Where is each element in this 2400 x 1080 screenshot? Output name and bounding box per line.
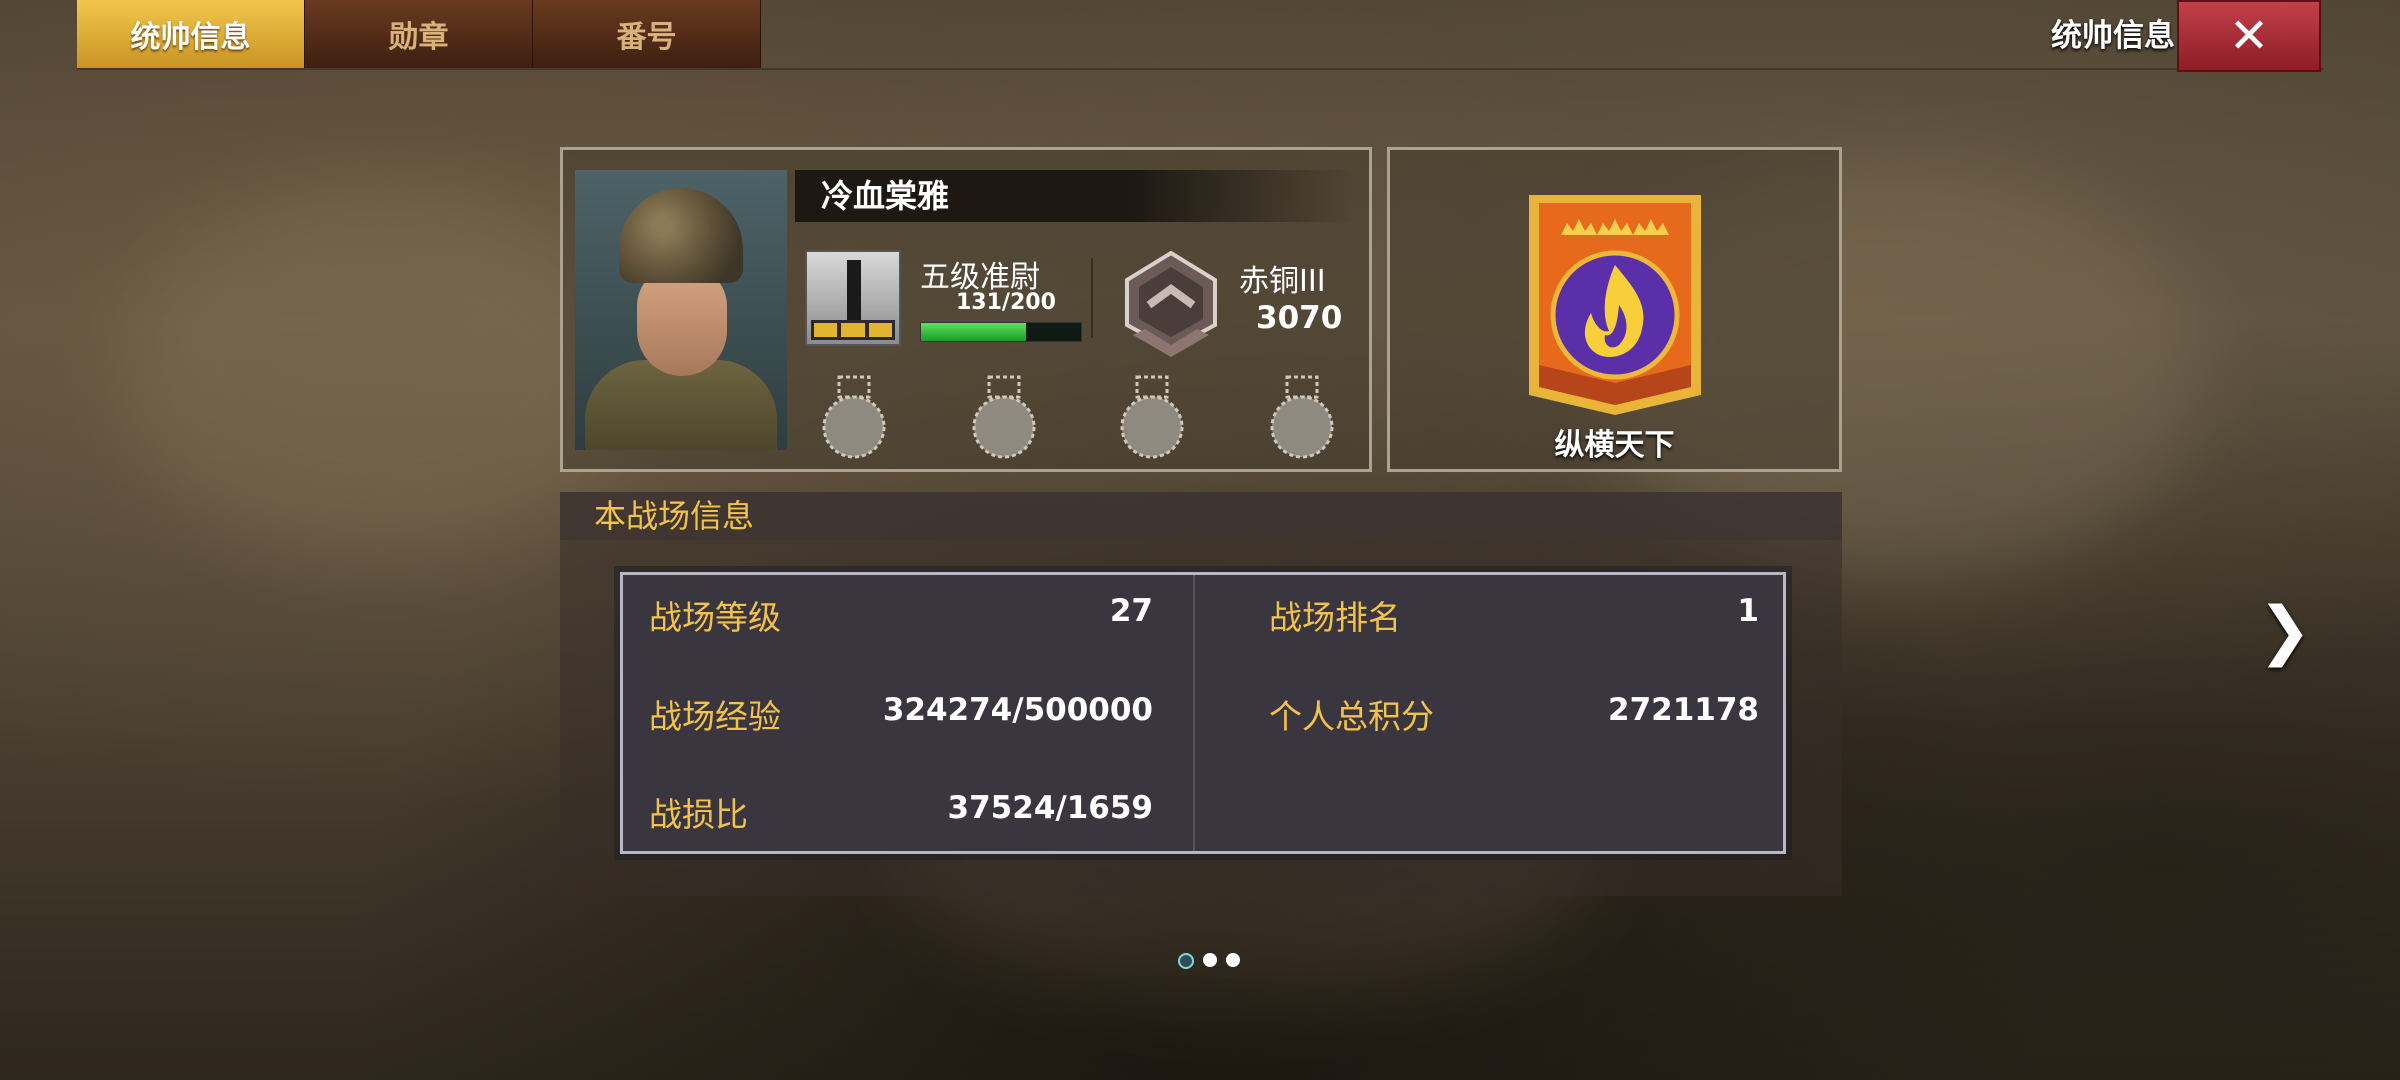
- battlefield-section-header: 本战场信息: [560, 492, 1842, 540]
- medal-slot-icon[interactable]: [819, 375, 889, 461]
- player-name: 冷血棠雅: [795, 170, 1355, 222]
- stat-label-kill-death-ratio: 战损比: [649, 795, 748, 834]
- chevron-right-icon[interactable]: ❯: [2258, 594, 2312, 668]
- page-title: 统帅信息: [2051, 18, 2175, 54]
- tab-bar: 统帅信息 勋章 番号: [77, 0, 761, 68]
- rank-exp-bar: [920, 322, 1082, 342]
- rank-insignia-icon: [805, 250, 901, 346]
- close-icon: ✕: [2228, 8, 2270, 64]
- page-indicator: [1178, 953, 1240, 969]
- title-name: 纵横天下: [1554, 428, 1675, 463]
- header-divider: [77, 68, 2323, 70]
- tab-commander-info[interactable]: 统帅信息: [77, 0, 305, 68]
- rank-exp-fill: [921, 323, 1026, 341]
- profile-panel: 冷血棠雅 五级准尉 131/200 赤铜III 3070: [560, 147, 1372, 472]
- soldier-portrait[interactable]: [575, 170, 787, 450]
- league-score: 3070: [1256, 300, 1343, 336]
- stat-value-total-score: 2721178: [1608, 692, 1759, 728]
- tab-medals[interactable]: 勋章: [305, 0, 533, 68]
- close-button[interactable]: ✕: [2177, 0, 2321, 72]
- divider: [1091, 258, 1093, 338]
- title-panel[interactable]: 纵横天下: [1387, 147, 1842, 472]
- stat-label-battlefield-rank: 战场排名: [1269, 598, 1401, 637]
- stat-value-kill-death-ratio: 37524/1659: [947, 790, 1153, 826]
- rank-exp-text: 131/200: [956, 290, 1056, 315]
- fire-crown-emblem-icon: [1529, 195, 1701, 415]
- stat-label-battlefield-level: 战场等级: [649, 598, 781, 637]
- medal-slot-icon[interactable]: [1117, 375, 1187, 461]
- tab-unit-number[interactable]: 番号: [533, 0, 761, 68]
- medal-slot-icon[interactable]: [1267, 375, 1337, 461]
- portrait-helmet: [619, 188, 743, 283]
- stats-divider: [1193, 575, 1195, 851]
- page-dot-active: [1178, 953, 1194, 969]
- stat-value-battlefield-rank: 1: [1737, 593, 1759, 629]
- stat-value-battlefield-level: 27: [1109, 593, 1153, 629]
- medal-slot-icon[interactable]: [969, 375, 1039, 461]
- bronze-league-icon: [1125, 250, 1217, 357]
- page-dot: [1203, 953, 1217, 967]
- stat-label-battlefield-exp: 战场经验: [649, 697, 781, 736]
- battlefield-stats-table: 战场等级 27 战场经验 324274/500000 战损比 37524/165…: [620, 572, 1786, 854]
- page-dot: [1226, 953, 1240, 967]
- stat-label-total-score: 个人总积分: [1269, 697, 1434, 736]
- league-name: 赤铜III: [1239, 264, 1326, 299]
- stat-value-battlefield-exp: 324274/500000: [882, 692, 1153, 728]
